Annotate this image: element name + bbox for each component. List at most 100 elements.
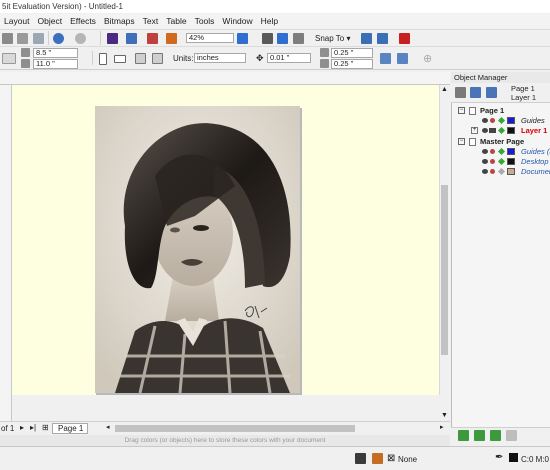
search-content-icon[interactable] bbox=[107, 33, 118, 44]
tree-node-layer-1[interactable]: + Layer 1 bbox=[456, 126, 550, 136]
desktop-label: Desktop bbox=[521, 157, 549, 166]
tree-node-page-1[interactable]: − Page 1 bbox=[456, 106, 550, 116]
layer-color-swatch[interactable] bbox=[507, 127, 515, 134]
document-palette[interactable]: Drag colors (or objects) here to store t… bbox=[0, 435, 450, 446]
menu-text[interactable]: Text bbox=[139, 16, 163, 26]
outline-pen-icon[interactable]: ✒ bbox=[495, 452, 503, 463]
print-disabled-icon[interactable] bbox=[490, 159, 495, 164]
menu-window[interactable]: Window bbox=[218, 16, 256, 26]
master-guides-label: Guides (al bbox=[521, 147, 550, 156]
tree-node-desktop[interactable]: Desktop bbox=[456, 157, 550, 167]
horizontal-ruler[interactable] bbox=[0, 72, 450, 85]
page-size-dropdown[interactable] bbox=[2, 53, 16, 64]
duplicate-y-field[interactable]: 0.25 " bbox=[331, 59, 373, 69]
show-properties-icon[interactable] bbox=[455, 87, 466, 98]
expand-icon[interactable]: + bbox=[471, 127, 478, 134]
new-layer-icon[interactable] bbox=[458, 430, 469, 441]
snap-to-dropdown[interactable]: Snap To ▾ bbox=[315, 34, 350, 43]
application-launcher-icon[interactable] bbox=[377, 33, 388, 44]
print-disabled-icon[interactable] bbox=[490, 169, 495, 174]
edit-pencil-icon[interactable] bbox=[497, 167, 506, 176]
welcome-screen-icon[interactable] bbox=[399, 33, 410, 44]
full-screen-icon[interactable] bbox=[262, 33, 273, 44]
fill-tool-icon[interactable] bbox=[372, 453, 383, 464]
visible-eye-icon[interactable] bbox=[482, 159, 488, 164]
menu-bitmaps[interactable]: Bitmaps bbox=[100, 16, 139, 26]
tree-node-guides[interactable]: Guides bbox=[456, 116, 550, 126]
scroll-down-icon[interactable]: ▼ bbox=[441, 412, 448, 419]
options-icon[interactable] bbox=[361, 33, 372, 44]
page-1-label: Page 1 bbox=[480, 106, 505, 115]
options-page-icon[interactable] bbox=[397, 53, 408, 64]
new-master-layer-all-icon[interactable] bbox=[490, 430, 501, 441]
redo-icon[interactable] bbox=[75, 33, 86, 44]
scroll-left-icon[interactable]: ◂ bbox=[106, 423, 110, 431]
menu-tools[interactable]: Tools bbox=[191, 16, 219, 26]
visible-eye-icon[interactable] bbox=[482, 149, 488, 154]
tree-node-document-grid[interactable]: Documen bbox=[456, 167, 550, 177]
edit-pencil-icon[interactable] bbox=[497, 147, 506, 156]
paste-icon[interactable] bbox=[33, 33, 44, 44]
publish-pdf-icon[interactable] bbox=[166, 33, 177, 44]
tree-node-master-guides[interactable]: Guides (al bbox=[456, 147, 550, 157]
print-disabled-icon[interactable] bbox=[490, 118, 495, 123]
tree-node-master-page[interactable]: − Master Page bbox=[456, 137, 550, 147]
delete-icon[interactable] bbox=[506, 430, 517, 441]
duplicate-x-field[interactable]: 0.25 " bbox=[331, 48, 373, 58]
page-height-field[interactable]: 11.0 " bbox=[33, 59, 78, 69]
edit-pencil-icon[interactable] bbox=[497, 116, 506, 125]
horizontal-scroll-thumb[interactable] bbox=[115, 425, 355, 432]
layer-manager-view-icon[interactable] bbox=[486, 87, 497, 98]
copy-icon[interactable] bbox=[17, 33, 28, 44]
standard-toolbar: 42% Snap To ▾ bbox=[0, 29, 550, 46]
undo-icon[interactable] bbox=[53, 33, 64, 44]
export-icon[interactable] bbox=[147, 33, 158, 44]
print-disabled-icon[interactable] bbox=[490, 149, 495, 154]
units-dropdown[interactable]: inches bbox=[194, 53, 246, 63]
menu-object[interactable]: Object bbox=[34, 16, 67, 26]
current-page-icon[interactable] bbox=[152, 53, 163, 64]
menu-layout[interactable]: Layout bbox=[0, 16, 34, 26]
new-master-layer-icon[interactable] bbox=[474, 430, 485, 441]
show-grid-icon[interactable] bbox=[293, 33, 304, 44]
add-icon[interactable]: ⊕ bbox=[423, 52, 432, 65]
page-width-field[interactable]: 8.5 " bbox=[33, 48, 78, 58]
next-page-icon[interactable]: ▸ bbox=[20, 423, 24, 432]
edit-pencil-icon[interactable] bbox=[497, 126, 506, 135]
layer-color-swatch[interactable] bbox=[507, 117, 515, 124]
visible-eye-icon[interactable] bbox=[482, 169, 488, 174]
page-with-portrait-image[interactable] bbox=[95, 106, 300, 393]
add-page-icon[interactable]: ⊞ bbox=[42, 423, 49, 432]
edit-pencil-icon[interactable] bbox=[497, 157, 506, 166]
printer-icon[interactable] bbox=[489, 128, 496, 133]
treat-as-filled-icon[interactable] bbox=[380, 53, 391, 64]
layer-color-swatch[interactable] bbox=[507, 148, 515, 155]
tab-page-1[interactable]: Page 1 bbox=[52, 423, 88, 434]
nudge-distance-field[interactable]: 0.01 " bbox=[267, 53, 311, 63]
scroll-up-icon[interactable]: ▲ bbox=[441, 86, 448, 93]
vertical-ruler[interactable] bbox=[0, 85, 12, 421]
layer-color-swatch[interactable] bbox=[507, 168, 515, 175]
scroll-right-icon[interactable]: ▸ bbox=[440, 423, 444, 431]
layer-color-swatch[interactable] bbox=[507, 158, 515, 165]
menu-effects[interactable]: Effects bbox=[66, 16, 100, 26]
last-page-icon[interactable]: ▸| bbox=[30, 423, 36, 432]
portrait-image[interactable] bbox=[95, 106, 300, 393]
vertical-scroll-thumb[interactable] bbox=[441, 185, 448, 355]
cut-icon[interactable] bbox=[2, 33, 13, 44]
menu-table[interactable]: Table bbox=[162, 16, 190, 26]
landscape-icon[interactable] bbox=[114, 55, 126, 63]
import-icon[interactable] bbox=[126, 33, 137, 44]
edit-across-layers-icon[interactable] bbox=[470, 87, 481, 98]
portrait-icon[interactable] bbox=[99, 53, 107, 65]
all-pages-icon[interactable] bbox=[135, 53, 146, 64]
width-icon bbox=[21, 48, 30, 57]
menu-help[interactable]: Help bbox=[257, 16, 282, 26]
visible-eye-icon[interactable] bbox=[482, 128, 488, 133]
visible-eye-icon[interactable] bbox=[482, 118, 488, 123]
collapse-icon[interactable]: − bbox=[458, 138, 465, 145]
zoom-level-field[interactable]: 42% bbox=[186, 33, 234, 43]
show-rulers-icon[interactable] bbox=[277, 33, 288, 44]
collapse-icon[interactable]: − bbox=[458, 107, 465, 114]
zoom-fit-icon[interactable] bbox=[237, 33, 248, 44]
